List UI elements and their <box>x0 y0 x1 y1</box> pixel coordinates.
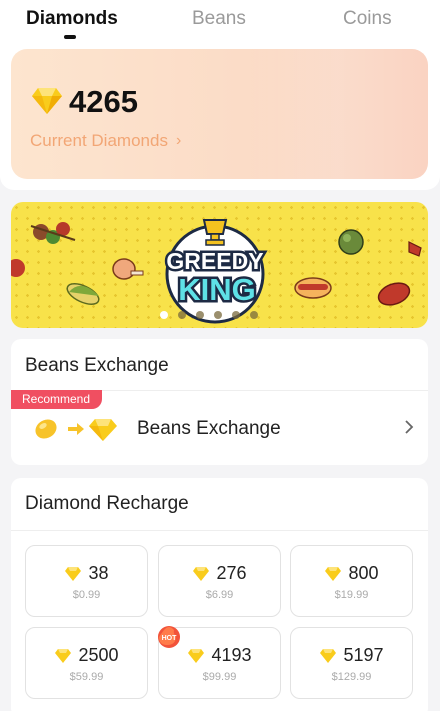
beans-exchange-title: Beans Exchange <box>25 355 169 376</box>
banner-dot[interactable] <box>160 311 168 319</box>
beans-exchange-card: Beans Exchange Recommend Beans Exchange <box>11 339 428 465</box>
current-diamonds-label: Current Diamonds <box>30 131 168 150</box>
diamond-icon <box>325 566 342 581</box>
recharge-package[interactable]: 5197 $129.99 <box>290 627 413 699</box>
diamond-balance-value: 4265 <box>69 84 138 119</box>
greedy-king-logo: GREEDY KING <box>164 219 266 324</box>
balance-section: 4265 Current Diamonds › <box>0 44 440 190</box>
chevron-right-icon <box>405 420 414 434</box>
recharge-package[interactable]: 800 $19.99 <box>290 545 413 617</box>
promo-banner[interactable]: GREEDY KING <box>11 202 428 328</box>
balance-card: 4265 Current Diamonds › <box>11 49 428 179</box>
package-amount: 800 <box>348 563 379 583</box>
tab-coins[interactable]: Coins <box>343 8 392 30</box>
tab-diamonds[interactable]: Diamonds <box>26 8 118 30</box>
corn-icon <box>66 283 100 305</box>
tab-beans[interactable]: Beans <box>192 8 246 30</box>
arrow-right-icon <box>68 423 84 435</box>
chevron-right-icon: › <box>175 132 182 149</box>
diamond-recharge-title: Diamond Recharge <box>25 493 189 514</box>
diamond-icon <box>89 419 117 441</box>
chicken-leg-icon <box>112 258 144 280</box>
banner-dot[interactable] <box>196 311 204 319</box>
divider <box>11 530 428 531</box>
banner-title-line1: GREEDY <box>166 248 263 274</box>
package-price: $99.99 <box>202 671 237 683</box>
banner-dot[interactable] <box>178 311 186 319</box>
chili-icon <box>408 241 422 257</box>
banner-dot[interactable] <box>232 311 240 319</box>
banner-pagination <box>160 311 258 319</box>
banner-dot[interactable] <box>214 311 222 319</box>
diamond-icon <box>55 648 72 663</box>
top-tab-bar: Diamonds Beans Coins <box>0 0 440 44</box>
package-amount: 4193 <box>211 645 252 665</box>
diamond-recharge-card: Diamond Recharge 38 $0.99 276 $6.99 800 … <box>11 478 428 711</box>
banner-dot[interactable] <box>250 311 258 319</box>
diamond-icon <box>320 648 337 663</box>
package-price: $59.99 <box>69 671 104 683</box>
package-price: $19.99 <box>334 589 369 601</box>
recharge-package[interactable]: 2500 $59.99 <box>25 627 148 699</box>
beans-exchange-row[interactable]: Beans Exchange <box>11 409 428 449</box>
hot-badge-label: HOT <box>162 635 178 642</box>
bean-icon <box>35 419 57 439</box>
bean-to-diamond-graphic <box>35 419 117 441</box>
recommend-badge: Recommend <box>11 390 103 409</box>
package-price: $0.99 <box>72 589 101 601</box>
package-amount: 276 <box>216 563 247 583</box>
package-amount: 2500 <box>78 645 119 665</box>
banner-artwork: GREEDY KING <box>11 219 422 324</box>
diamond-icon <box>188 648 205 663</box>
active-tab-indicator <box>64 35 76 39</box>
skewer-icon <box>30 222 76 244</box>
package-amount: 38 <box>88 563 109 583</box>
package-price: $129.99 <box>331 671 372 683</box>
package-price: $6.99 <box>205 589 234 601</box>
meat-icon <box>11 259 25 277</box>
steak-icon <box>377 282 411 306</box>
vegetable-icon <box>338 229 364 255</box>
beans-exchange-row-label: Beans Exchange <box>137 418 281 439</box>
recharge-package[interactable]: 276 $6.99 <box>158 545 281 617</box>
recharge-package[interactable]: HOT 4193 $99.99 <box>158 626 281 699</box>
banner-title-line2: KING <box>178 272 256 307</box>
diamond-icon <box>193 566 210 581</box>
diamond-icon <box>65 566 82 581</box>
current-diamonds-link[interactable]: Current Diamonds › <box>30 131 181 151</box>
diamond-icon <box>32 88 62 114</box>
package-amount: 5197 <box>343 645 384 665</box>
recharge-package[interactable]: 38 $0.99 <box>25 545 148 617</box>
hotdog-icon <box>294 277 332 299</box>
